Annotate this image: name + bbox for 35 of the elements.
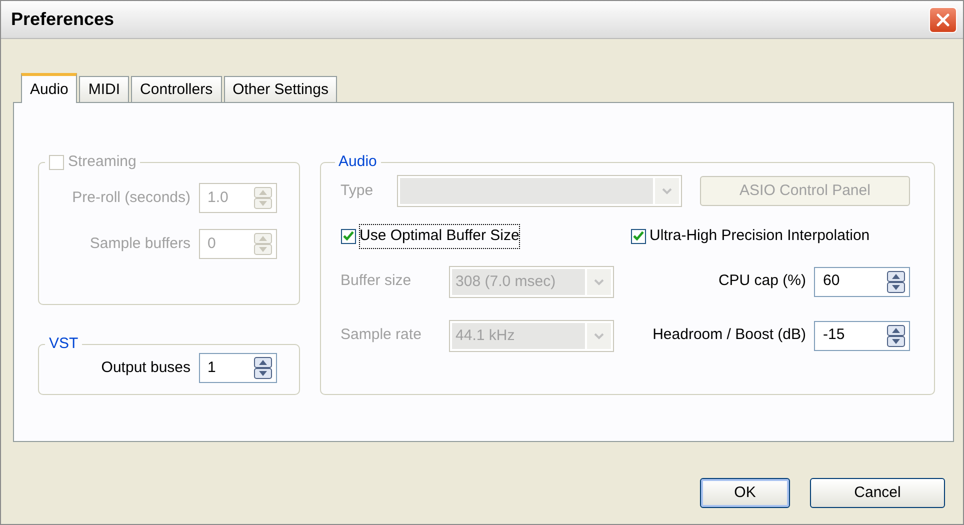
- spin-arrows-icon[interactable]: [887, 324, 905, 346]
- tab[interactable]: Controllers: [131, 76, 222, 102]
- spinner-field[interactable]: 60: [814, 266, 910, 296]
- chevron-down-icon: [592, 332, 605, 340]
- checkbox-label: Use Optimal Buffer Size: [360, 225, 520, 248]
- spin-arrows-icon[interactable]: [254, 357, 272, 379]
- tab[interactable]: MIDI: [79, 76, 130, 102]
- field-label: CPU cap (%): [718, 271, 806, 292]
- tab[interactable]: Audio: [21, 73, 78, 103]
- field-label: Output buses: [101, 358, 191, 378]
- chevron-down-icon: [592, 278, 605, 286]
- dialog-button[interactable]: OK: [700, 478, 790, 508]
- checkbox[interactable]: [630, 228, 646, 244]
- checkbox-label: Ultra-High Precision Interpolation: [650, 226, 870, 246]
- close-button[interactable]: [929, 6, 957, 32]
- spinner-field[interactable]: -15: [814, 320, 910, 350]
- field-label: Buffer size: [340, 271, 412, 292]
- check-mark-icon: [632, 231, 644, 242]
- field-label: Sample rate: [340, 325, 422, 346]
- group-title: Audio: [338, 153, 378, 171]
- window-title: Preferences: [11, 8, 114, 31]
- chevron-down-icon: [660, 187, 673, 195]
- close-icon: [935, 12, 951, 28]
- field-label: Type: [340, 180, 374, 201]
- tab[interactable]: Other Settings: [224, 76, 338, 102]
- group-title: VST: [48, 335, 80, 353]
- check-mark-icon: [342, 231, 354, 242]
- field-label: Headroom / Boost (dB): [652, 325, 806, 346]
- checkbox[interactable]: [340, 228, 356, 244]
- field-label: Sample buffers: [90, 234, 191, 254]
- dialog-button[interactable]: Cancel: [810, 478, 945, 508]
- spinner-field[interactable]: 1: [198, 353, 277, 383]
- spin-arrows-icon[interactable]: [887, 270, 905, 292]
- field-label: Pre-roll (seconds): [72, 188, 191, 208]
- checkbox-label: Streaming: [68, 153, 136, 171]
